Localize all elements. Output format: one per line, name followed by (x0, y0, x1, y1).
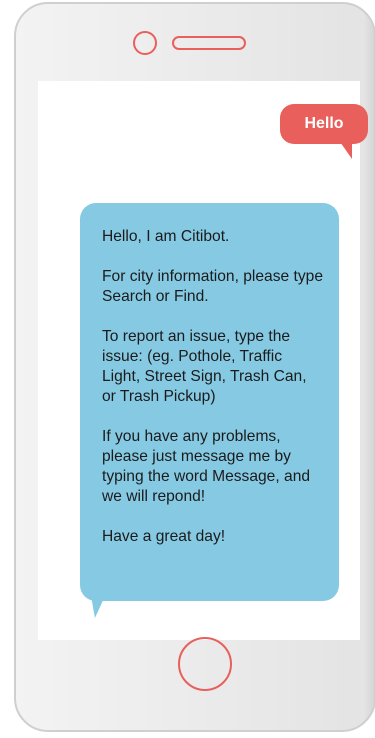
chat-screen: Hello Hello, I am Citibot. For city info… (38, 81, 368, 640)
phone-mockup: Hello Hello, I am Citibot. For city info… (14, 2, 375, 732)
camera-icon (133, 31, 157, 55)
bot-message-line-4: If you have any problems, please just me… (102, 428, 311, 505)
bot-message-line-2: For city information, please type Search… (102, 268, 324, 305)
bot-message-line-1: Hello, I am Citibot. (102, 228, 230, 245)
user-message-bubble: Hello (280, 104, 368, 144)
bot-message-bubble: Hello, I am Citibot. For city informatio… (80, 203, 339, 601)
user-message-tail (338, 139, 352, 159)
page: Hello Hello, I am Citibot. For city info… (0, 0, 375, 738)
bot-message-line-3: To report an issue, type the issue: (eg.… (102, 328, 307, 405)
home-button[interactable] (178, 637, 232, 691)
speaker-icon (172, 36, 246, 50)
bot-message-line-5: Have a great day! (102, 528, 226, 545)
user-message-text: Hello (304, 115, 344, 132)
